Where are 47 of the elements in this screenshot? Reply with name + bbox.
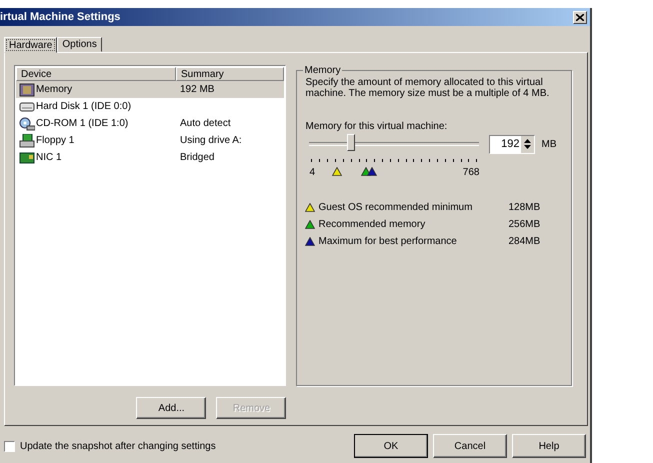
- device-name: NIC 1: [36, 152, 62, 163]
- slider-thumb[interactable]: [347, 134, 356, 151]
- close-button[interactable]: [573, 10, 587, 24]
- group-title: Memory: [303, 65, 342, 76]
- legend-label: Maximum for best performance: [318, 236, 458, 247]
- legend-amount: 128MB: [508, 202, 540, 213]
- device-summary: Using drive A:: [179, 135, 243, 146]
- window-title: irtual Machine Settings: [0, 11, 120, 23]
- down-arrow-icon[interactable]: [524, 145, 532, 149]
- tab[interactable]: Hardware: [4, 37, 58, 53]
- scale-max: 768: [462, 167, 480, 178]
- list-button[interactable]: Add...: [136, 397, 206, 419]
- column-header[interactable]: Device: [16, 67, 176, 81]
- memory-chip-icon: [19, 82, 35, 96]
- dialog-button[interactable]: OK: [354, 434, 428, 458]
- field-label: Memory for this virtual machine:: [305, 121, 448, 132]
- device-name: Floppy 1: [36, 135, 74, 146]
- device-row[interactable]: NIC 1 Bridged: [16, 149, 284, 166]
- checkbox[interactable]: [4, 440, 15, 452]
- floppy-drive-icon: [19, 134, 35, 148]
- dialog-button[interactable]: Help: [512, 434, 586, 458]
- device-row[interactable]: Floppy 1 Using drive A:: [16, 132, 284, 149]
- tab[interactable]: Options: [57, 37, 102, 52]
- close-icon: [576, 14, 584, 20]
- memory-description: Specify the amount of memory allocated to this virtual machine. The memory size must be a multiple of 4 MB.: [305, 77, 550, 99]
- cd-drive-icon: [19, 116, 35, 130]
- unit-label: MB: [541, 138, 556, 150]
- legend-amount: 284MB: [508, 236, 540, 247]
- device-summary: Bridged: [179, 152, 216, 163]
- device-row[interactable]: CD-ROM 1 (IDE 1:0) Auto detect: [16, 115, 284, 132]
- device-row[interactable]: Memory 192 MB: [16, 81, 284, 98]
- device-name: Hard Disk 1 (IDE 0:0): [36, 101, 132, 112]
- column-header[interactable]: Summary: [176, 67, 284, 81]
- network-card-icon: [19, 150, 35, 164]
- up-arrow-icon[interactable]: [524, 139, 532, 143]
- legend-amount: 256MB: [508, 219, 540, 230]
- device-name: CD-ROM 1 (IDE 1:0): [36, 118, 128, 129]
- device-summary: 192 MB: [179, 84, 216, 95]
- device-summary: Auto detect: [179, 118, 232, 129]
- checkbox-label: Update the snapshot after changing settings: [20, 440, 216, 452]
- memory-spin-field[interactable]: 192: [489, 134, 536, 154]
- device-row[interactable]: Hard Disk 1 (IDE 0:0): [16, 98, 284, 115]
- device-name: Memory: [36, 84, 72, 95]
- scale-min: 4: [309, 167, 316, 178]
- dialog-button[interactable]: Cancel: [433, 434, 507, 458]
- legend-label: Recommended memory: [318, 219, 426, 230]
- legend-label: Guest OS recommended minimum: [318, 202, 474, 213]
